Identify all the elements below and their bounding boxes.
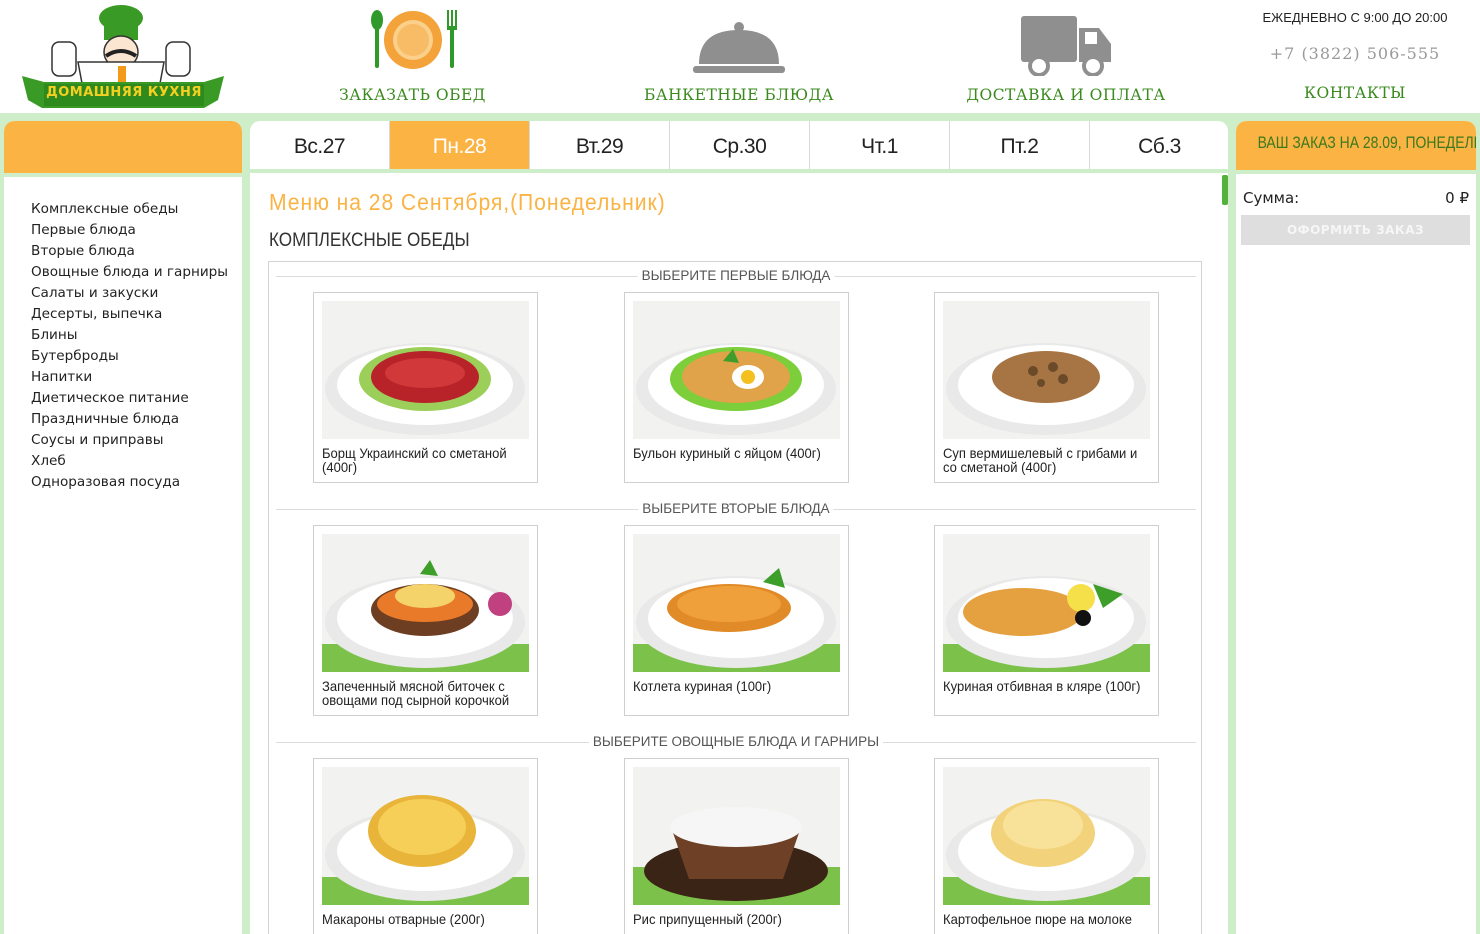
contacts-block: ЕЖЕДНЕВНО С 9:00 ДО 20:00 +7 (3822) 506-… — [1240, 0, 1470, 113]
dish-name[interactable]: Бульон куриный с яйцом (400г) — [633, 446, 838, 460]
dish-group-header: ВЫБЕРИТЕ ВТОРЫЕ БЛЮДА — [276, 499, 1196, 519]
category-item[interactable]: Овощные блюда и гарниры — [31, 262, 228, 283]
order-sum-label: Сумма: — [1243, 189, 1300, 207]
borscht-photo[interactable] — [322, 301, 529, 439]
category-panel-header — [4, 121, 242, 173]
category-item[interactable]: Одноразовая посуда — [31, 472, 228, 493]
dish-group-header: ВЫБЕРИТЕ ПЕРВЫЕ БЛЮДА — [276, 266, 1196, 286]
dish-name[interactable]: Куриная отбивная в кляре (100г) — [943, 679, 1148, 693]
dish-group-label: ВЫБЕРИТЕ ПЕРВЫЕ БЛЮДА — [637, 266, 835, 286]
day-tab[interactable]: Пт.2 — [950, 121, 1090, 169]
day-tab[interactable]: Вс.27 — [250, 121, 390, 169]
category-item[interactable]: Вторые блюда — [31, 241, 228, 262]
menu-content: Меню на 28 Сентября,(Понедельник) КОМПЛЕ… — [250, 173, 1228, 934]
mushroom-soup-photo[interactable] — [943, 301, 1150, 439]
chicken-cutlet-photo[interactable] — [633, 534, 840, 672]
category-item[interactable]: Бутерброды — [31, 346, 228, 367]
dish-name[interactable]: Рис припущенный (200г) — [633, 912, 838, 926]
section-title: КОМПЛЕКСНЫЕ ОБЕДЫ — [269, 230, 470, 251]
category-item[interactable]: Диетическое питание — [31, 388, 228, 409]
category-item[interactable]: Блины — [31, 325, 228, 346]
category-item[interactable]: Десерты, выпечка — [31, 304, 228, 325]
dish-card[interactable]: Суп вермишелевый с грибами и со сметаной… — [934, 292, 1159, 483]
delivery-truck-icon — [1021, 16, 1111, 76]
dish-name[interactable]: Борщ Украинский со сметаной (400г) — [322, 446, 527, 474]
order-panel: ВАШ ЗАКАЗ НА 28.09, ПОНЕДЕЛЬНИК Сумма: 0… — [1236, 121, 1476, 934]
category-sidebar: Комплексные обеды Первые блюда Вторые блюд… — [0, 117, 246, 934]
mashed-potato-photo[interactable] — [943, 767, 1150, 905]
category-item[interactable]: Салаты и закуски — [31, 283, 228, 304]
cloche-icon — [693, 22, 785, 73]
dish-name[interactable]: Котлета куриная (100г) — [633, 679, 838, 693]
nav-contacts[interactable]: КОНТАКТЫ — [1240, 84, 1470, 102]
pasta-photo[interactable] — [322, 767, 529, 905]
day-tab[interactable]: Ср.30 — [670, 121, 810, 169]
category-item[interactable]: Напитки — [31, 367, 228, 388]
dish-card[interactable]: Борщ Украинский со сметаной (400г) — [313, 292, 538, 483]
dish-card[interactable]: Картофельное пюре на молоке — [934, 758, 1159, 934]
category-list: Комплексные обеды Первые блюда Вторые блюд… — [31, 199, 228, 493]
day-tab[interactable]: Чт.1 — [810, 121, 950, 169]
nav-banquet[interactable]: БАНКЕТНЫЕ БЛЮДА — [630, 0, 848, 113]
category-item[interactable]: Хлеб — [31, 451, 228, 472]
broth-photo[interactable] — [633, 301, 840, 439]
category-item[interactable]: Праздничные блюда — [31, 409, 228, 430]
day-tabs: Вс.27 Пн.28 Вт.29 Ср.30 Чт.1 Пт.2 Сб.3 — [250, 121, 1228, 169]
dish-name[interactable]: Макароны отварные (200г) — [322, 912, 527, 926]
day-tab[interactable]: Вт.29 — [530, 121, 670, 169]
nav-banquet-label: БАНКЕТНЫЕ БЛЮДА — [644, 86, 834, 104]
dish-card[interactable]: Запеченный мясной биточек с овощами под … — [313, 525, 538, 716]
order-sum-value: 0 ₽ — [1445, 189, 1469, 207]
category-item[interactable]: Первые блюда — [31, 220, 228, 241]
dish-name[interactable]: Картофельное пюре на молоке — [943, 912, 1148, 926]
logo-text: ДОМАШНЯЯ КУХНЯ — [46, 85, 202, 100]
dish-card[interactable]: Котлета куриная (100г) — [624, 525, 849, 716]
nav-order-lunch-label: ЗАКАЗАТЬ ОБЕД — [339, 86, 486, 104]
plate-fork-knife-icon — [370, 10, 457, 69]
rice-photo[interactable] — [633, 767, 840, 905]
day-tab[interactable]: Сб.3 — [1090, 121, 1228, 169]
dish-group-header: ВЫБЕРИТЕ ОВОЩНЫЕ БЛЮДА И ГАРНИРЫ — [276, 732, 1196, 752]
dish-name[interactable]: Запеченный мясной биточек с овощами под … — [322, 679, 527, 707]
dish-card[interactable]: Бульон куриный с яйцом (400г) — [624, 292, 849, 483]
dish-group-label: ВЫБЕРИТЕ ВТОРЫЕ БЛЮДА — [638, 499, 834, 519]
nav-order-lunch[interactable]: ЗАКАЗАТЬ ОБЕД — [320, 0, 505, 113]
meat-patty-photo[interactable] — [322, 534, 529, 672]
nav-delivery-label: ДОСТАВКА И ОПЛАТА — [966, 86, 1166, 104]
site-header: ДОМАШНЯЯ КУХНЯ ЗАКАЗАТЬ ОБЕД БАНКЕТНЫЕ Б… — [0, 0, 1480, 113]
category-panel: Комплексные обеды Первые блюда Вторые блюд… — [4, 121, 242, 934]
working-hours: ЕЖЕДНЕВНО С 9:00 ДО 20:00 — [1262, 10, 1448, 25]
scrollbar-thumb[interactable] — [1222, 175, 1228, 205]
menu-box: ВЫБЕРИТЕ ПЕРВЫЕ БЛЮДА Борщ Украинский со … — [268, 261, 1202, 934]
category-item[interactable]: Комплексные обеды — [31, 199, 228, 220]
checkout-button[interactable]: ОФОРМИТЬ ЗАКАЗ — [1241, 215, 1470, 245]
dish-group-label: ВЫБЕРИТЕ ОВОЩНЫЕ БЛЮДА И ГАРНИРЫ — [588, 732, 884, 752]
category-item[interactable]: Соусы и приправы — [31, 430, 228, 451]
chicken-chop-photo[interactable] — [943, 534, 1150, 672]
category-panel-divider — [4, 173, 242, 177]
logo[interactable]: ДОМАШНЯЯ КУХНЯ — [18, 4, 228, 110]
day-tab[interactable]: Пн.28 — [390, 121, 530, 169]
order-panel-header: ВАШ ЗАКАЗ НА 28.09, ПОНЕДЕЛЬНИК — [1236, 121, 1476, 170]
dish-card[interactable]: Рис припущенный (200г) — [624, 758, 849, 934]
dish-name[interactable]: Суп вермишелевый с грибами и со сметаной… — [943, 446, 1148, 474]
dish-card[interactable]: Куриная отбивная в кляре (100г) — [934, 525, 1159, 716]
order-panel-divider — [1236, 170, 1476, 174]
nav-delivery[interactable]: ДОСТАВКА И ОПЛАТА — [955, 0, 1177, 113]
dish-card[interactable]: Макароны отварные (200г) — [313, 758, 538, 934]
menu-title: Меню на 28 Сентября,(Понедельник) — [269, 189, 666, 215]
phone-number[interactable]: +7 (3822) 506-555 — [1240, 44, 1470, 63]
order-heading: ВАШ ЗАКАЗ НА 28.09, ПОНЕДЕЛЬНИК — [1257, 133, 1476, 152]
